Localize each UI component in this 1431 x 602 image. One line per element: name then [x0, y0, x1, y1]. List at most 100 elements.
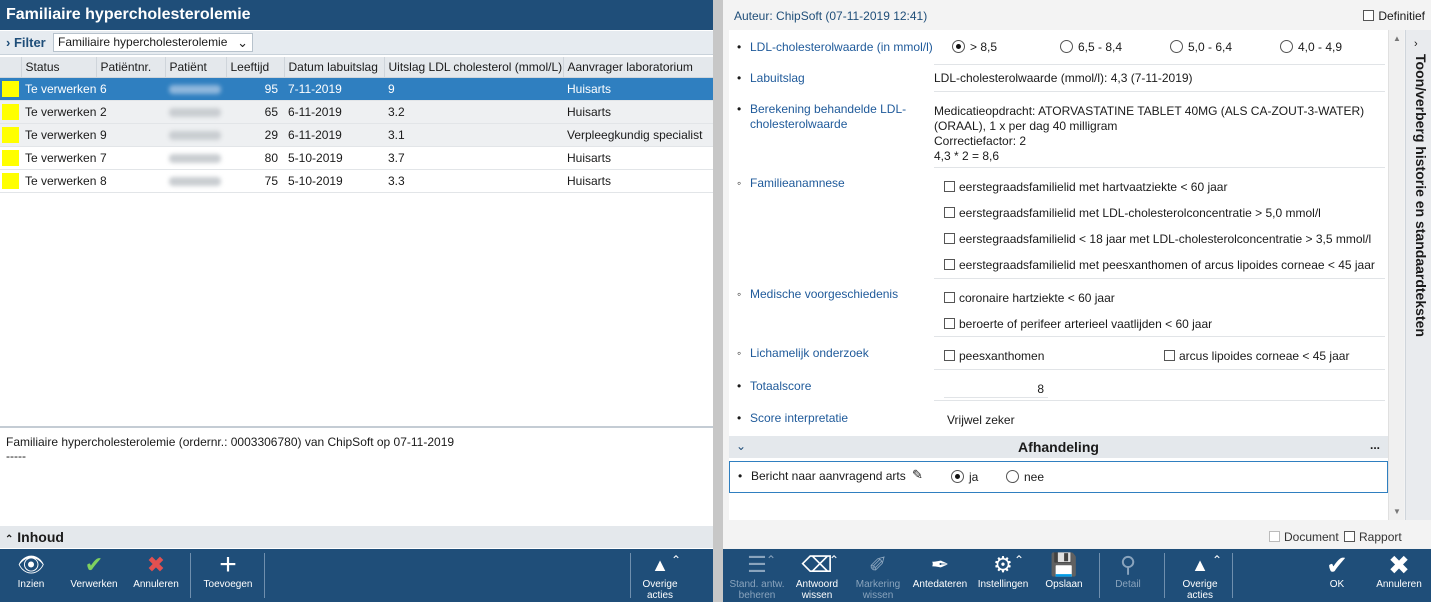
pane-splitter[interactable] [713, 0, 723, 602]
total-score-row: • Totaalscore 8 [729, 379, 1388, 399]
author-line: Auteur: ChipSoft (07-11-2019 12:41) [734, 9, 928, 23]
table-row[interactable]: Te verwerken 7 80 5-10-2019 3.7 Huisarts [0, 146, 713, 170]
calc-question-line2: cholesterolwaarde [750, 117, 848, 131]
form-scrollbar[interactable]: ▲ ▼ [1388, 30, 1404, 520]
filter-dropdown[interactable]: Familiaire hypercholesterolemie ⌄ [53, 33, 253, 52]
markering-wissen-button[interactable]: ✐ Markering wissen [850, 549, 906, 602]
family-option-3[interactable]: eerstegraadsfamilielid < 18 jaar met LDL… [944, 232, 1371, 246]
redacted-name [169, 130, 221, 140]
family-history-row: ◦ Familieanamnese eerstegraadsfamilielid… [737, 176, 1375, 272]
annuleren-order-button[interactable]: ✖ Annuleren [128, 549, 184, 602]
medical-history-row: ◦ Medische voorgeschiedenis coronaire ha… [737, 287, 1213, 331]
marker-icon: ✐ [868, 552, 888, 577]
family-option-2[interactable]: eerstegraadsfamilielid met LDL-cholester… [944, 206, 1321, 220]
radio [1170, 40, 1183, 53]
bericht-option-ja[interactable]: ja [951, 470, 978, 484]
calc-question-line1: Berekening behandelde LDL- [750, 102, 907, 116]
table-row[interactable]: Te verwerken 2 65 6-11-2019 3.2 Huisarts [0, 100, 713, 124]
lab-row: • Labuitslag LDL-cholesterolwaarde (mmol… [729, 71, 1388, 91]
status-flag-icon [2, 103, 19, 120]
medical-history-question: Medische voorgeschiedenis [750, 287, 899, 301]
table-header: Status Patiëntnr. Patiënt Leeftijd Datum… [0, 57, 714, 78]
redacted-name [169, 176, 221, 186]
status-flag-icon [2, 149, 19, 166]
definitief-checkbox[interactable]: Definitief [1363, 9, 1425, 23]
col-status[interactable]: Status [21, 57, 97, 78]
antedateren-button[interactable]: ✒ Antedateren [911, 549, 969, 602]
inhoud-section-toggle[interactable]: ⌃ Inhoud [0, 526, 713, 548]
document-checkbox[interactable]: Document [1269, 530, 1339, 544]
ldl-option-3[interactable]: 5,0 - 6,4 [1170, 40, 1232, 54]
table-row[interactable]: Te verwerken 9 29 6-11-2019 3.1 Verpleeg… [0, 123, 713, 147]
col-age[interactable]: Leeftijd [226, 57, 285, 78]
chevron-up-icon: ⌃ [766, 553, 777, 567]
status-flag-icon [2, 80, 19, 97]
medical-option-2[interactable]: beroerte of perifeer arterieel vaatlijde… [944, 317, 1212, 331]
verwerken-button[interactable]: ✔ Verwerken [66, 549, 122, 602]
col-requester[interactable]: Aanvrager laboratorium [563, 57, 714, 78]
calc-answer-line3: Correctiefactor: 2 [934, 134, 1027, 148]
annuleren-button[interactable]: ✖ Annuleren [1371, 549, 1427, 602]
radio-selected [952, 40, 965, 53]
order-detail-text: Familiaire hypercholesterolemie (ordernr… [6, 435, 455, 449]
bericht-option-nee[interactable]: nee [1006, 470, 1044, 484]
chevron-up-icon: ⌃ [5, 534, 14, 545]
order-detail-separator: ----- [6, 449, 26, 463]
lab-answer: LDL-cholesterolwaarde (mmol/l): 4,3 (7-1… [934, 71, 1193, 85]
radio [1280, 40, 1293, 53]
filter-value: Familiaire hypercholesterolemie [58, 35, 228, 49]
total-score-value: 8 [944, 382, 1048, 398]
scroll-up-icon[interactable]: ▲ [1393, 34, 1401, 43]
standard-text-icon[interactable]: ✎ [912, 467, 923, 483]
family-history-question: Familieanamnese [750, 176, 845, 190]
detail-button[interactable]: ⚲ Detail [1106, 549, 1150, 602]
toevoegen-button[interactable]: + Toevoegen [198, 549, 258, 602]
table-row[interactable]: Te verwerken 8 75 5-10-2019 3.3 Huisarts [0, 169, 713, 193]
chevron-up-icon: ⌃ [671, 553, 682, 567]
opslaan-button[interactable]: 💾 Opslaan [1037, 549, 1091, 602]
list-icon: ☰ [747, 552, 767, 577]
redacted-name [169, 107, 221, 117]
physical-exam-question: Lichamelijk onderzoek [750, 346, 869, 360]
physical-option-1[interactable]: peesxanthomen [944, 349, 1044, 363]
calc-answer-line4: 4,3 * 2 = 8,6 [934, 149, 1000, 163]
ok-button[interactable]: ✔ OK [1315, 549, 1359, 602]
col-ldl[interactable]: Uitslag LDL cholesterol (mmol/L) [384, 57, 564, 78]
radio-selected [951, 470, 964, 483]
right-toolbar: ☰ Stand. antw. beheren ⌃ ⌫ Antwoord wiss… [723, 549, 1431, 602]
chevron-right-icon: › [1414, 38, 1418, 50]
calc-row: • Berekening behandelde LDL- cholesterol… [729, 102, 1388, 168]
cancel-document-icon: ✖ [146, 552, 166, 577]
col-date[interactable]: Datum labuitslag [284, 57, 385, 78]
bericht-row: • Bericht naar aanvragend arts ✎ ja nee [729, 461, 1388, 493]
toolbar-divider [1164, 553, 1165, 598]
order-detail-panel: Familiaire hypercholesterolemie (ordernr… [0, 426, 713, 526]
score-interpretation-value: Vrijwel zeker [947, 413, 1015, 427]
family-option-4[interactable]: eerstegraadsfamilielid met peesxanthomen… [944, 258, 1375, 272]
col-patientnr[interactable]: Patiëntnr. [96, 57, 166, 78]
plus-icon: + [219, 548, 237, 581]
physical-exam-row: ◦ Lichamelijk onderzoek peesxanthomen ar… [737, 346, 1350, 363]
inzien-button[interactable]: 👁 Inzien [8, 549, 54, 602]
worklist-pane: Familiaire hypercholesterolemie › Filter… [0, 0, 714, 602]
more-options-button[interactable]: ... [1370, 438, 1380, 452]
chevron-down-icon: ⌄ [237, 35, 248, 50]
medical-option-1[interactable]: coronaire hartziekte < 60 jaar [944, 291, 1115, 305]
col-patient[interactable]: Patiënt [165, 57, 227, 78]
table-row[interactable]: Te verwerken 6 95 7-11-2019 9 Huisarts [0, 77, 713, 101]
page-title: Familiaire hypercholesterolemie [0, 0, 713, 30]
history-side-tab[interactable]: › Toon/verberg historie en standaardteks… [1405, 30, 1431, 520]
ldl-option-2[interactable]: 6,5 - 8,4 [1060, 40, 1122, 54]
physical-option-2[interactable]: arcus lipoides corneae < 45 jaar [1164, 349, 1349, 363]
status-flag-icon [2, 126, 19, 143]
ldl-option-4[interactable]: 4,0 - 4,9 [1280, 40, 1342, 54]
family-option-1[interactable]: eerstegraadsfamilielid met hartvaatziekt… [944, 180, 1227, 194]
questionnaire-pane: Auteur: ChipSoft (07-11-2019 12:41) Defi… [723, 0, 1431, 602]
scroll-down-icon[interactable]: ▼ [1393, 507, 1401, 516]
ldl-option-1[interactable]: > 8,5 [952, 40, 997, 54]
rapport-checkbox[interactable]: Rapport [1344, 530, 1402, 544]
stand-antw-beheren-button[interactable]: ☰ Stand. antw. beheren [726, 549, 788, 602]
toolbar-divider [1099, 553, 1100, 598]
afhandeling-section-header[interactable]: ⌄ Afhandeling ... [729, 436, 1388, 458]
afhandeling-title: Afhandeling [1018, 439, 1099, 455]
